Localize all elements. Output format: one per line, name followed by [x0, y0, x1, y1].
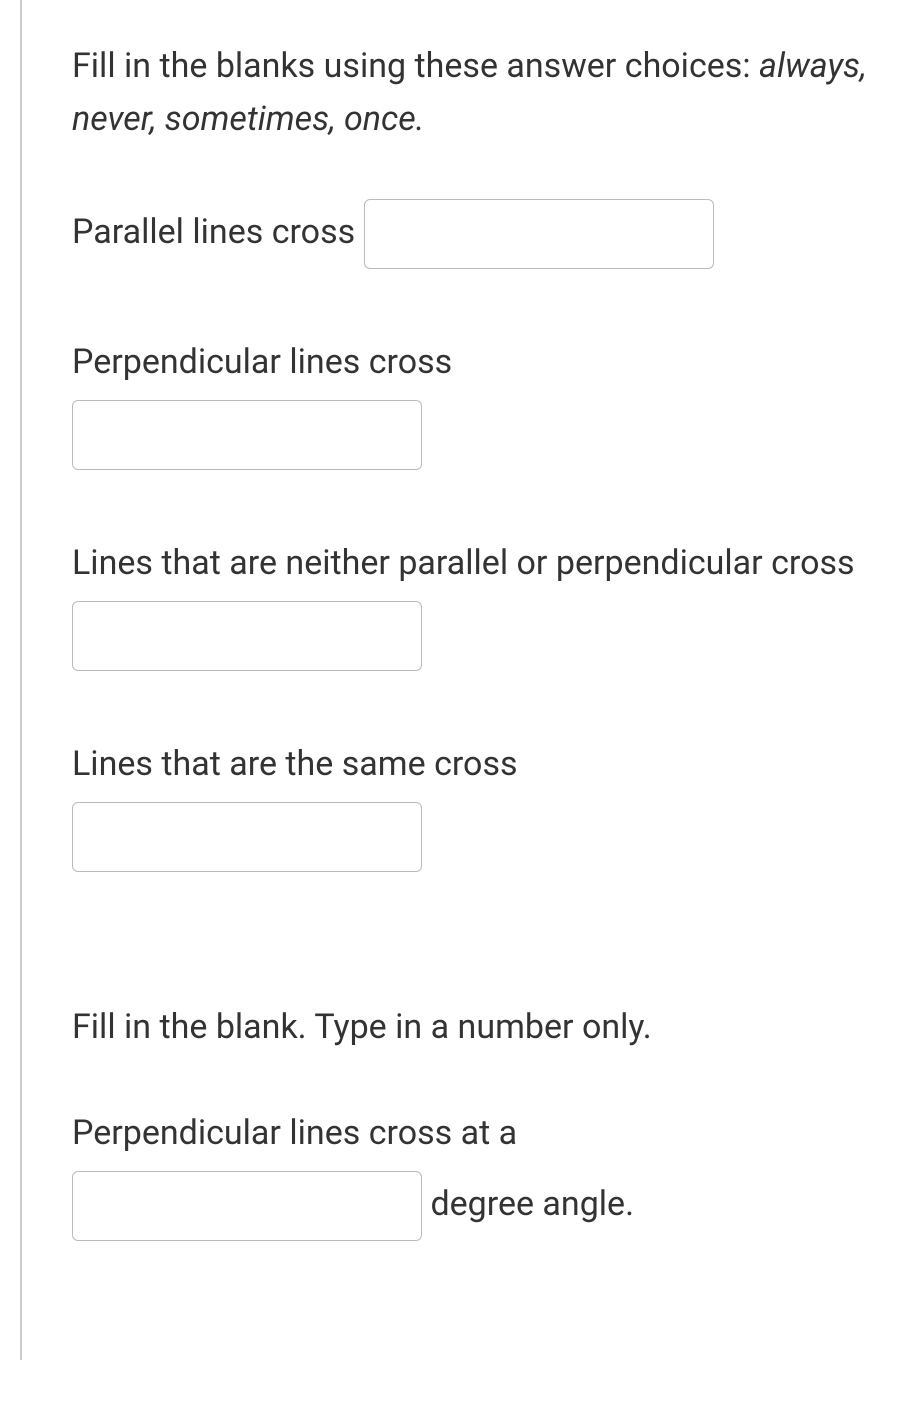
- question-5-text-b: degree angle.: [430, 1184, 634, 1224]
- question-5: Perpendicular lines cross at a degree an…: [72, 1099, 868, 1245]
- instruction-1-prefix: Fill in the blanks using these answer ch…: [72, 46, 759, 86]
- question-1: Parallel lines cross: [72, 195, 868, 273]
- question-5-input[interactable]: [72, 1171, 422, 1241]
- question-2: Perpendicular lines cross: [72, 328, 868, 474]
- question-2-input[interactable]: [72, 400, 422, 470]
- question-5-text-a: Perpendicular lines cross at a: [72, 1113, 517, 1153]
- question-4: Lines that are the same cross: [72, 730, 868, 876]
- question-1-input[interactable]: [364, 199, 714, 269]
- question-3-text-a: Lines that are neither parallel or perpe…: [72, 543, 855, 583]
- instruction-2: Fill in the blank. Type in a number only…: [72, 1001, 868, 1054]
- worksheet-container: Fill in the blanks using these answer ch…: [20, 0, 918, 1360]
- question-4-text: Lines that are the same cross: [72, 744, 518, 784]
- instruction-1: Fill in the blanks using these answer ch…: [72, 40, 868, 145]
- question-3: Lines that are neither parallel or perpe…: [72, 529, 868, 675]
- question-1-text: Parallel lines cross: [72, 212, 364, 252]
- question-3-input[interactable]: [72, 601, 422, 671]
- question-2-text: Perpendicular lines cross: [72, 342, 452, 382]
- question-4-input[interactable]: [72, 802, 422, 872]
